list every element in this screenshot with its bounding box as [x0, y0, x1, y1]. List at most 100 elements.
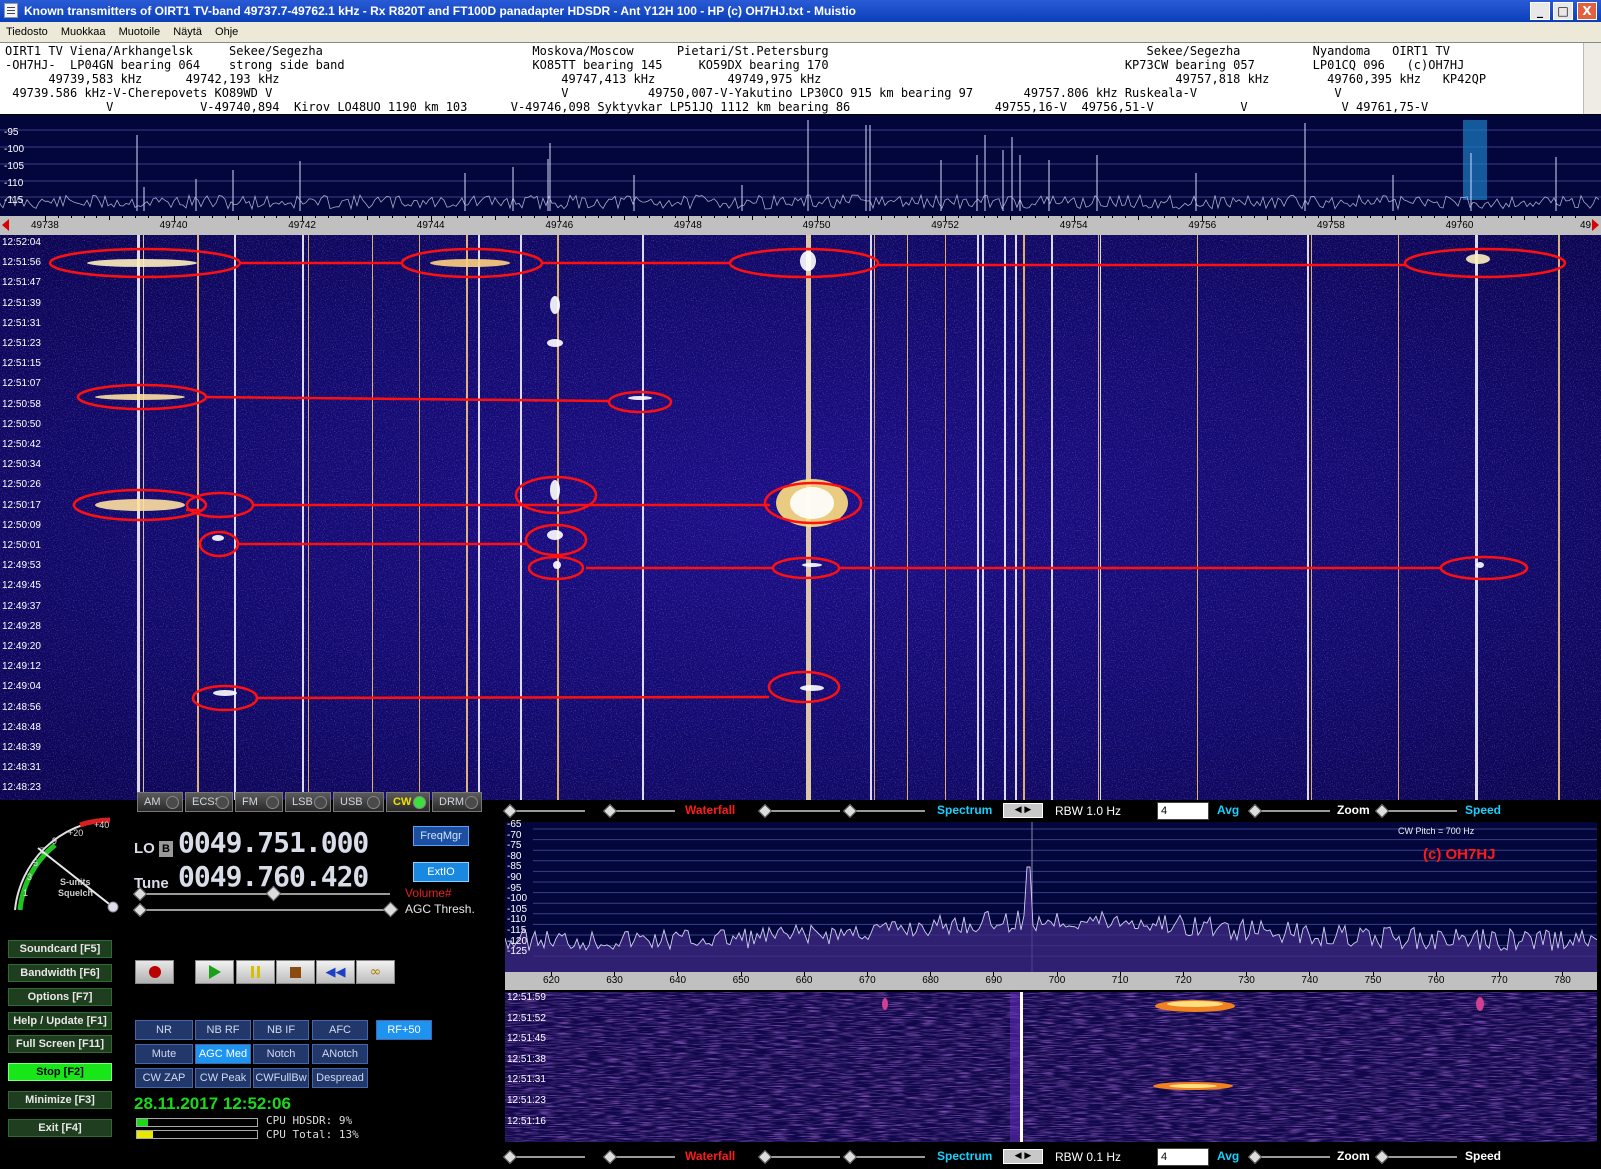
waterfall-label: Waterfall	[685, 803, 736, 817]
notepad-line-3: 49739,583 kHz 49742,193 kHz 49747,413 kH…	[5, 72, 1487, 86]
agc-threshold-slider[interactable]	[135, 909, 390, 911]
stop-playback-button[interactable]	[276, 960, 315, 984]
audio-waterfall[interactable]: 12:51:59 12:51:52 12:51:45 12:51:38 12:51:31…	[505, 992, 1597, 1142]
close-button[interactable]: X	[1577, 2, 1597, 20]
mode-led-icon	[216, 796, 229, 809]
loop-button[interactable]: ∞	[356, 960, 395, 984]
audio-waterfall-contrast-slider[interactable]	[505, 1156, 585, 1158]
mode-drm-button[interactable]: DRM	[432, 792, 482, 812]
waterfall-time-label: 12:51:39	[2, 297, 41, 309]
mode-lsb-button[interactable]: LSB	[285, 792, 331, 812]
audio-speed-slider[interactable]	[1377, 1156, 1457, 1158]
avg-select[interactable]: 4	[1157, 802, 1209, 820]
mode-usb-button[interactable]: USB	[333, 792, 384, 812]
audio-spectrum-contrast-slider[interactable]	[760, 1156, 840, 1158]
scroll-right-icon[interactable]	[1592, 219, 1599, 231]
menu-edit[interactable]: Muokkaa	[61, 26, 106, 38]
volume-slider[interactable]	[135, 893, 390, 895]
pause-button[interactable]	[236, 960, 275, 984]
notepad-line-4: 49739.586 kHz-V-Cherepovets KO89WD V V 4…	[5, 86, 1342, 100]
speed-slider[interactable]	[1377, 810, 1457, 812]
cw-zap-button[interactable]: CW ZAP	[135, 1068, 193, 1088]
rf-spectrum[interactable]: -95 -100 -105 -110 -115	[0, 115, 1601, 216]
waterfall-time-label: 12:48:48	[2, 721, 41, 733]
mute-button[interactable]: Mute	[135, 1044, 193, 1064]
audio-freq-tick: 730	[1238, 975, 1255, 986]
audio-avg-select[interactable]: 4	[1157, 1148, 1209, 1166]
lo-b-button[interactable]: B	[159, 841, 173, 857]
rewind-button[interactable]: ◀◀	[316, 960, 355, 984]
menu-help[interactable]: Ohje	[215, 26, 238, 38]
audio-spectrum-brightness-slider[interactable]	[845, 1156, 925, 1158]
audio-zoom-slider[interactable]	[1250, 1156, 1330, 1158]
notch-button[interactable]: Notch	[253, 1044, 309, 1064]
menu-format[interactable]: Muotoile	[119, 26, 161, 38]
maximize-button[interactable]: □	[1553, 2, 1573, 20]
lo-label: LO	[134, 840, 155, 857]
squelch-label: Squelch	[58, 888, 94, 898]
nb-if-button[interactable]: NB IF	[253, 1020, 309, 1040]
menu-view[interactable]: Näytä	[173, 26, 202, 38]
mode-fm-button[interactable]: FM	[235, 792, 283, 812]
rf-waterfall[interactable]: 12:52:04 12:51:56 12:51:47 12:51:39 12:51:31…	[0, 235, 1601, 800]
despread-button[interactable]: Despread	[312, 1068, 368, 1088]
audio-freq-tick: 700	[1048, 975, 1066, 986]
extio-button[interactable]: ExtIO	[413, 862, 469, 882]
loop-icon: ∞	[369, 964, 382, 980]
audio-freq-tick: 690	[985, 975, 1003, 986]
full-screen-button[interactable]: Full Screen [F11]	[8, 1035, 112, 1053]
menu-file[interactable]: Tiedosto	[6, 26, 48, 38]
freq-tick-label: 49740	[159, 220, 188, 231]
spectrum-brightness-slider[interactable]	[845, 810, 925, 812]
notepad-icon	[4, 3, 18, 18]
minimize-button[interactable]: _	[1530, 2, 1550, 20]
options-button[interactable]: Options [F7]	[8, 988, 112, 1006]
record-button[interactable]	[135, 960, 174, 984]
frequency-scale[interactable]: 49738 49740 49742 49744 49746 49748 49750 49752…	[0, 216, 1601, 235]
anotch-button[interactable]: ANotch	[312, 1044, 368, 1064]
soundcard-button[interactable]: Soundcard [F5]	[8, 940, 112, 958]
help-update-button[interactable]: Help / Update [F1]	[8, 1012, 112, 1030]
spectrum-contrast-slider[interactable]	[760, 810, 840, 812]
rf-plus-50-button[interactable]: RF+50	[376, 1020, 432, 1040]
nb-rf-button[interactable]: NB RF	[195, 1020, 251, 1040]
db-label: -105	[4, 161, 25, 172]
stop-button[interactable]: Stop [F2]	[8, 1063, 112, 1081]
minimize-app-button[interactable]: Minimize [F3]	[8, 1091, 112, 1109]
exit-button[interactable]: Exit [F4]	[8, 1119, 112, 1137]
audio-spectrum[interactable]: -65 -70 -75 -80 -85 -90 -95 -100 -105 -110 -115 -12…	[505, 819, 1597, 972]
audio-waterfall-brightness-slider[interactable]	[605, 1156, 675, 1158]
waterfall-time-label: 12:48:56	[2, 701, 41, 713]
bandwidth-button[interactable]: Bandwidth [F6]	[8, 964, 112, 982]
waterfall-brightness-slider[interactable]	[605, 810, 675, 812]
waterfall-time-label: 12:50:42	[2, 439, 41, 450]
mode-led-icon	[314, 796, 327, 809]
agc-threshold-handle[interactable]	[382, 901, 399, 918]
play-button[interactable]	[195, 960, 234, 984]
zoom-slider[interactable]	[1250, 810, 1330, 812]
freq-tick-label: 49760	[1445, 220, 1474, 231]
freqmgr-button[interactable]: FreqMgr	[413, 826, 469, 846]
audio-frequency-scale[interactable]: 620 630 640 650 660 670 680 690 700 710 720 730 740 7…	[505, 972, 1597, 990]
mode-led-icon	[266, 796, 279, 809]
notepad-scrollbar[interactable]	[1583, 43, 1601, 114]
mode-am-button[interactable]: AM	[137, 792, 183, 812]
waterfall-contrast-slider[interactable]	[505, 810, 585, 812]
audio-freq-tick: 780	[1554, 975, 1571, 986]
mode-ecss-button[interactable]: ECSS	[185, 792, 233, 812]
afc-button[interactable]: AFC	[312, 1020, 368, 1040]
rbw-stepper[interactable]: ◀ ▶	[1003, 803, 1043, 818]
cw-full-bw-button[interactable]: CWFullBw	[253, 1068, 309, 1088]
lo-frequency[interactable]: 0049.751.000	[178, 826, 369, 859]
scroll-left-icon[interactable]	[2, 219, 9, 231]
audio-rbw-stepper[interactable]: ◀ ▶	[1003, 1149, 1043, 1164]
mode-cw-button[interactable]: CW	[386, 792, 430, 812]
notepad-text-area[interactable]: OIRT1 TV Viena/Arkhangelsk Sekee/Segezha…	[0, 42, 1601, 114]
waterfall-time-label: 12:51:23	[2, 338, 41, 349]
audio-waterfall-time-label: 12:51:45	[507, 1033, 546, 1045]
nr-button[interactable]: NR	[135, 1020, 193, 1040]
cw-peak-button[interactable]: CW Peak	[195, 1068, 251, 1088]
smeter-tick: +20	[68, 828, 84, 838]
agc-med-button[interactable]: AGC Med	[195, 1044, 251, 1064]
avg-label: Avg	[1217, 803, 1240, 817]
